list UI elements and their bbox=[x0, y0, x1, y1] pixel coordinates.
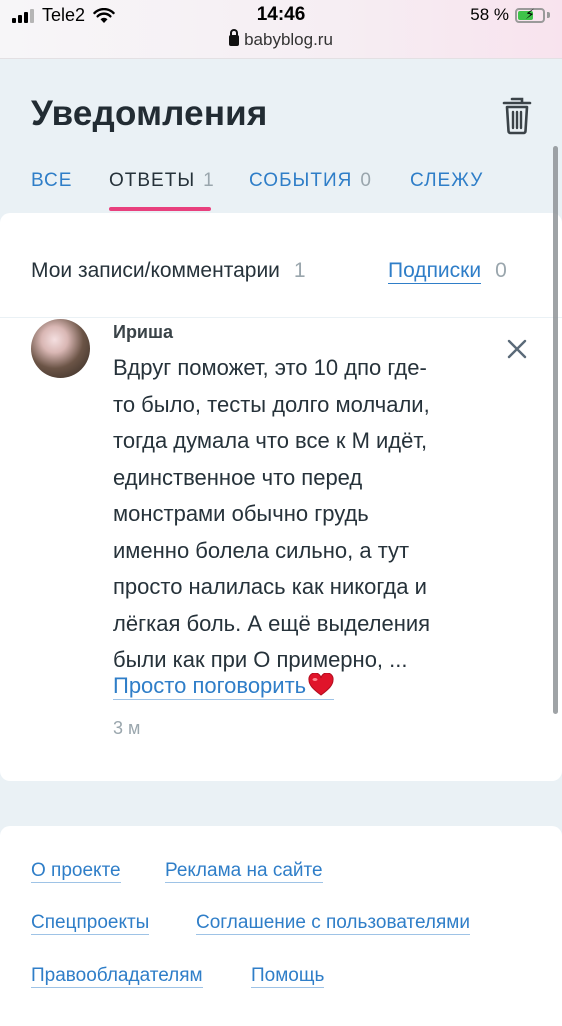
notification-message: Вдруг поможет, это 10 дпо где- то было, … bbox=[113, 350, 513, 679]
url-text: babyblog.ru bbox=[244, 30, 333, 49]
scrollbar[interactable] bbox=[553, 146, 558, 714]
tab-label: СОБЫТИЯ bbox=[249, 170, 353, 191]
footer-link-rightholders[interactable]: Правообладателям bbox=[31, 965, 203, 988]
tab-count: 1 bbox=[203, 170, 214, 191]
filter-label: Подписки bbox=[388, 259, 482, 284]
notification-time: 3 м bbox=[113, 718, 141, 738]
heart-icon bbox=[308, 673, 334, 696]
tab-label: СЛЕЖУ bbox=[410, 170, 484, 191]
author-name[interactable]: Ириша bbox=[113, 322, 173, 343]
thread-link[interactable]: Просто поговорить bbox=[113, 673, 335, 700]
notification-item[interactable]: Ириша Вдруг поможет, это 10 дпо где- то … bbox=[0, 318, 562, 781]
filter-subscriptions[interactable]: Подписки 0 bbox=[388, 259, 507, 284]
footer-link-special-projects[interactable]: Спецпроекты bbox=[31, 912, 150, 935]
delete-all-button[interactable] bbox=[500, 96, 534, 136]
tab-label: ОТВЕТЫ bbox=[109, 170, 196, 191]
battery-charging-icon: ⚡ bbox=[515, 6, 545, 23]
footer-link-user-agreement[interactable]: Соглашение с пользователями bbox=[196, 912, 470, 935]
message-line: то было, тесты долго молчали, bbox=[113, 391, 430, 417]
message-line: лёгкая боль. А ещё выделения bbox=[113, 610, 431, 636]
message-line: тогда думала что все к М идёт, bbox=[113, 428, 428, 453]
avatar[interactable] bbox=[31, 319, 90, 378]
tab-all[interactable]: ВСЕ bbox=[31, 170, 72, 192]
address-bar[interactable]: babyblog.ru bbox=[0, 29, 562, 50]
footer: О проекте Реклама на сайте Спецпроекты С… bbox=[0, 826, 562, 1026]
notification-tabs: ВСЕ ОТВЕТЫ 1 СОБЫТИЯ 0 СЛЕЖУ bbox=[0, 170, 562, 214]
message-line: единственное что перед bbox=[113, 464, 363, 490]
page-title: Уведомления bbox=[31, 94, 268, 133]
active-tab-indicator bbox=[109, 207, 211, 211]
footer-link-about[interactable]: О проекте bbox=[31, 860, 121, 883]
trash-icon bbox=[502, 97, 532, 135]
message-line: монстрами обычно грудь bbox=[113, 501, 369, 526]
filter-count: 0 bbox=[495, 259, 507, 282]
tab-replies[interactable]: ОТВЕТЫ 1 bbox=[109, 170, 214, 192]
footer-link-advertising[interactable]: Реклама на сайте bbox=[165, 860, 323, 883]
filter-count: 1 bbox=[293, 259, 306, 282]
tab-count: 0 bbox=[360, 170, 371, 191]
message-line: Вдруг поможет, это 10 дпо где- bbox=[113, 355, 427, 380]
thread-link-label: Просто поговорить bbox=[113, 673, 307, 698]
filter-bar: Мои записи/комментарии 1 Подписки 0 bbox=[0, 213, 562, 317]
status-bar: Tele2 14:46 58 % ⚡ babyblog.ru bbox=[0, 0, 562, 59]
message-line: именно болела сильно, а тут bbox=[113, 537, 410, 563]
tab-events[interactable]: СОБЫТИЯ 0 bbox=[249, 170, 371, 192]
battery-percent: 58 % bbox=[470, 5, 509, 24]
tab-label: ВСЕ bbox=[31, 170, 73, 191]
tab-following[interactable]: СЛЕЖУ bbox=[410, 170, 483, 192]
footer-link-help[interactable]: Помощь bbox=[251, 965, 325, 988]
lock-icon bbox=[229, 29, 240, 46]
message-line: просто налилась как никогда и bbox=[113, 574, 427, 599]
filter-label: Мои записи/комментарии bbox=[31, 259, 280, 282]
filter-my-posts[interactable]: Мои записи/комментарии 1 bbox=[31, 259, 306, 283]
